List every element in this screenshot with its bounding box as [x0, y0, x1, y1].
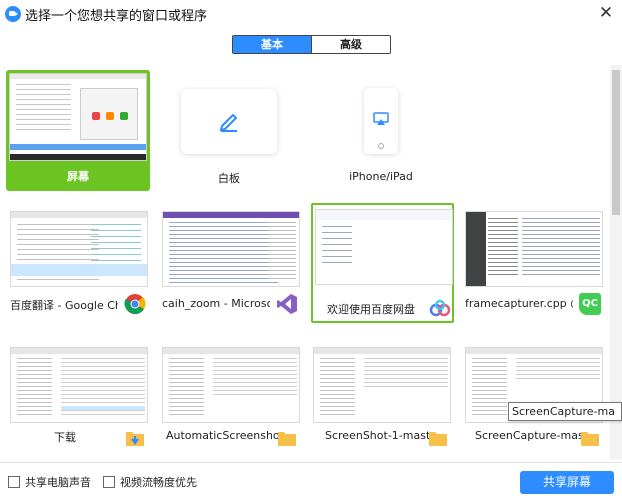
optimize-video-checkbox[interactable]	[103, 476, 115, 488]
window-thumbnail	[313, 347, 451, 423]
window-label: caih_zoom - Microsoft V...	[162, 297, 270, 310]
visual-studio-icon	[277, 294, 297, 314]
window-item-qt-creator[interactable]: framecapturer.cpp @ qt-... QC	[463, 209, 605, 320]
close-icon[interactable]: ✕	[595, 2, 617, 24]
window-thumbnail	[10, 347, 148, 423]
iphone-ipad-label: iPhone/iPad	[349, 170, 413, 183]
window-label: ScreenCapture-master	[475, 429, 583, 442]
share-screen-card[interactable]: 屏幕	[6, 70, 150, 191]
window-label: 欢迎使用百度网盘	[327, 303, 415, 316]
iphone-ipad-tile[interactable]	[364, 88, 398, 154]
folder-download-icon	[126, 432, 144, 446]
screen-label: 屏幕	[67, 170, 89, 183]
share-audio-label: 共享电脑声音	[25, 476, 91, 489]
share-screen-button[interactable]: 共享屏幕	[520, 471, 614, 494]
tooltip: ScreenCapture-ma	[508, 402, 622, 421]
title-bar: 选择一个您想共享的窗口或程序 ✕	[0, 0, 622, 27]
window-item-screenshot-1-master[interactable]: ScreenShot-1-master	[311, 345, 453, 456]
share-audio-checkbox[interactable]	[8, 476, 20, 488]
airplay-icon	[373, 112, 389, 125]
qt-creator-icon: QC	[579, 293, 601, 315]
window-item-baidu-translate[interactable]: 百度翻译 - Google Chro...	[8, 209, 150, 320]
chrome-icon	[124, 294, 146, 315]
window-label: AutomaticScreenshotter	[166, 429, 278, 442]
window-thumbnail	[162, 211, 300, 287]
tab-switcher: 基本 高级	[232, 35, 391, 54]
folder-icon	[429, 432, 447, 446]
window-item-screencapture-master[interactable]: ScreenCapture-master	[463, 345, 605, 456]
pencil-icon	[219, 113, 238, 132]
window-label: 百度翻译 - Google Chro...	[10, 299, 118, 312]
whiteboard-tile[interactable]	[181, 89, 277, 154]
window-thumbnail	[465, 211, 603, 287]
zoom-app-icon	[5, 6, 21, 22]
footer-divider	[0, 462, 622, 463]
window-item-automatic-screenshotter[interactable]: AutomaticScreenshotter	[160, 345, 302, 456]
optimize-video-label: 视频流畅度优先	[120, 476, 197, 489]
window-title: 选择一个您想共享的窗口或程序	[25, 9, 208, 24]
window-label: ScreenShot-1-master	[325, 429, 433, 442]
folder-icon	[278, 432, 296, 446]
window-thumbnail	[162, 347, 300, 423]
window-label: framecapturer.cpp @ qt-...	[465, 297, 573, 310]
scrollbar-thumb[interactable]	[612, 70, 620, 215]
tab-basic[interactable]: 基本	[233, 36, 311, 53]
window-item-downloads[interactable]: 下载	[8, 345, 150, 456]
whiteboard-label: 白板	[218, 172, 240, 185]
window-thumbnail	[315, 209, 453, 285]
window-item-visual-studio[interactable]: caih_zoom - Microsoft V...	[160, 209, 302, 320]
folder-icon	[581, 432, 599, 446]
tab-advanced[interactable]: 高级	[311, 36, 390, 53]
window-thumbnail	[10, 211, 148, 287]
window-item-baidu-netdisk[interactable]: 欢迎使用百度网盘	[311, 203, 454, 323]
baidu-netdisk-icon	[429, 299, 451, 317]
screen-preview	[9, 73, 147, 161]
